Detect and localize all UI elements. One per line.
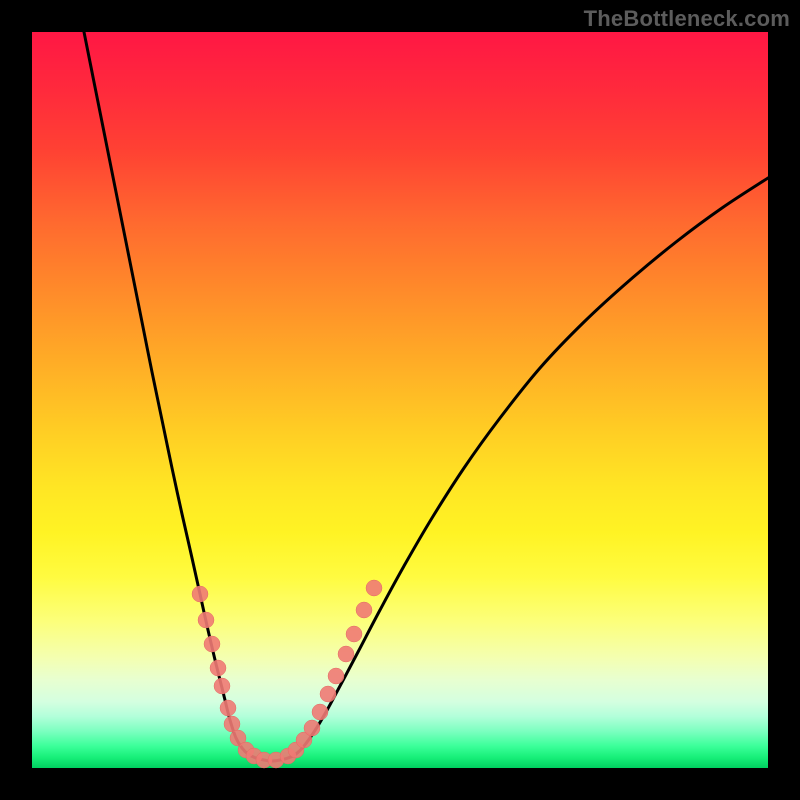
curve-marker — [192, 586, 208, 602]
curve-marker — [312, 704, 328, 720]
curve-marker — [210, 660, 226, 676]
curve-marker — [198, 612, 214, 628]
curve-marker — [356, 602, 372, 618]
curve-marker — [366, 580, 382, 596]
curve-marker — [320, 686, 336, 702]
watermark-text: TheBottleneck.com — [584, 6, 790, 32]
curve-marker — [220, 700, 236, 716]
curve-marker — [304, 720, 320, 736]
marker-group — [192, 580, 382, 768]
curve-layer — [32, 32, 768, 768]
curve-marker — [214, 678, 230, 694]
chart-canvas: TheBottleneck.com — [0, 0, 800, 800]
curve-marker — [204, 636, 220, 652]
v-curve — [84, 32, 768, 761]
curve-marker — [328, 668, 344, 684]
curve-marker — [224, 716, 240, 732]
curve-marker — [338, 646, 354, 662]
curve-marker — [346, 626, 362, 642]
